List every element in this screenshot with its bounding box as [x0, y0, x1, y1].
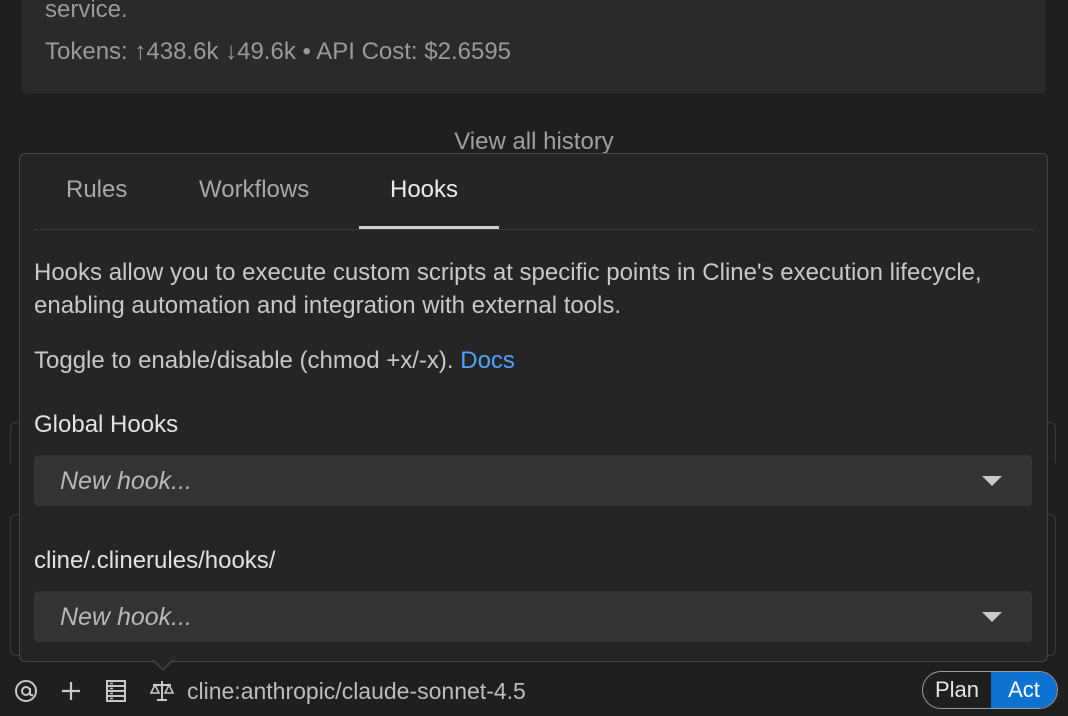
hooks-description: Hooks allow you to execute custom script…	[34, 259, 982, 319]
global-hooks-select[interactable]: New hook...	[34, 455, 1032, 506]
at-mention-icon[interactable]	[13, 678, 39, 704]
plus-icon[interactable]	[58, 678, 84, 704]
view-all-history-link[interactable]: View all history	[0, 128, 1068, 156]
popover-pointer-fill	[153, 659, 173, 669]
tab-rules[interactable]: Rules	[66, 176, 127, 204]
plan-act-toggle[interactable]: Plan Act	[922, 671, 1058, 709]
global-hooks-placeholder: New hook...	[60, 467, 193, 495]
tab-workflows[interactable]: Workflows	[199, 176, 309, 204]
cline-panel-root: service. Tokens: ↑438.6k ↓49.6k • API Co…	[0, 0, 1068, 716]
active-tab-indicator	[359, 226, 499, 229]
workspace-hooks-placeholder: New hook...	[60, 603, 193, 631]
scale-icon[interactable]	[149, 678, 175, 704]
rules-hooks-popover: Rules Workflows Hooks Hooks allow you to…	[19, 153, 1048, 662]
toggle-instructions-text: Toggle to enable/disable (chmod +x/-x).	[34, 347, 454, 374]
plan-mode-button[interactable]: Plan	[923, 672, 991, 708]
workspace-hooks-label: cline/.clinerules/hooks/	[34, 547, 276, 574]
history-token-stats: Tokens: ↑438.6k ↓49.6k • API Cost: $2.65…	[45, 38, 512, 65]
tab-hooks[interactable]: Hooks	[390, 176, 458, 204]
task-history-card[interactable]: service. Tokens: ↑438.6k ↓49.6k • API Co…	[22, 0, 1046, 94]
input-toolbar: cline:anthropic/claude-sonnet-4.5 Plan A…	[0, 671, 1068, 712]
server-icon[interactable]	[103, 678, 129, 704]
chevron-down-icon	[982, 612, 1002, 622]
global-hooks-label: Global Hooks	[34, 411, 179, 438]
toggle-instructions: Toggle to enable/disable (chmod +x/-x). …	[34, 347, 515, 375]
docs-link[interactable]: Docs	[460, 347, 515, 374]
act-mode-button[interactable]: Act	[991, 672, 1057, 708]
workspace-hooks-select[interactable]: New hook...	[34, 591, 1032, 642]
history-task-text: service.	[45, 0, 128, 23]
model-selector[interactable]: cline:anthropic/claude-sonnet-4.5	[187, 678, 526, 705]
chevron-down-icon	[982, 476, 1002, 486]
popover-tabs: Rules Workflows Hooks	[34, 154, 1034, 230]
